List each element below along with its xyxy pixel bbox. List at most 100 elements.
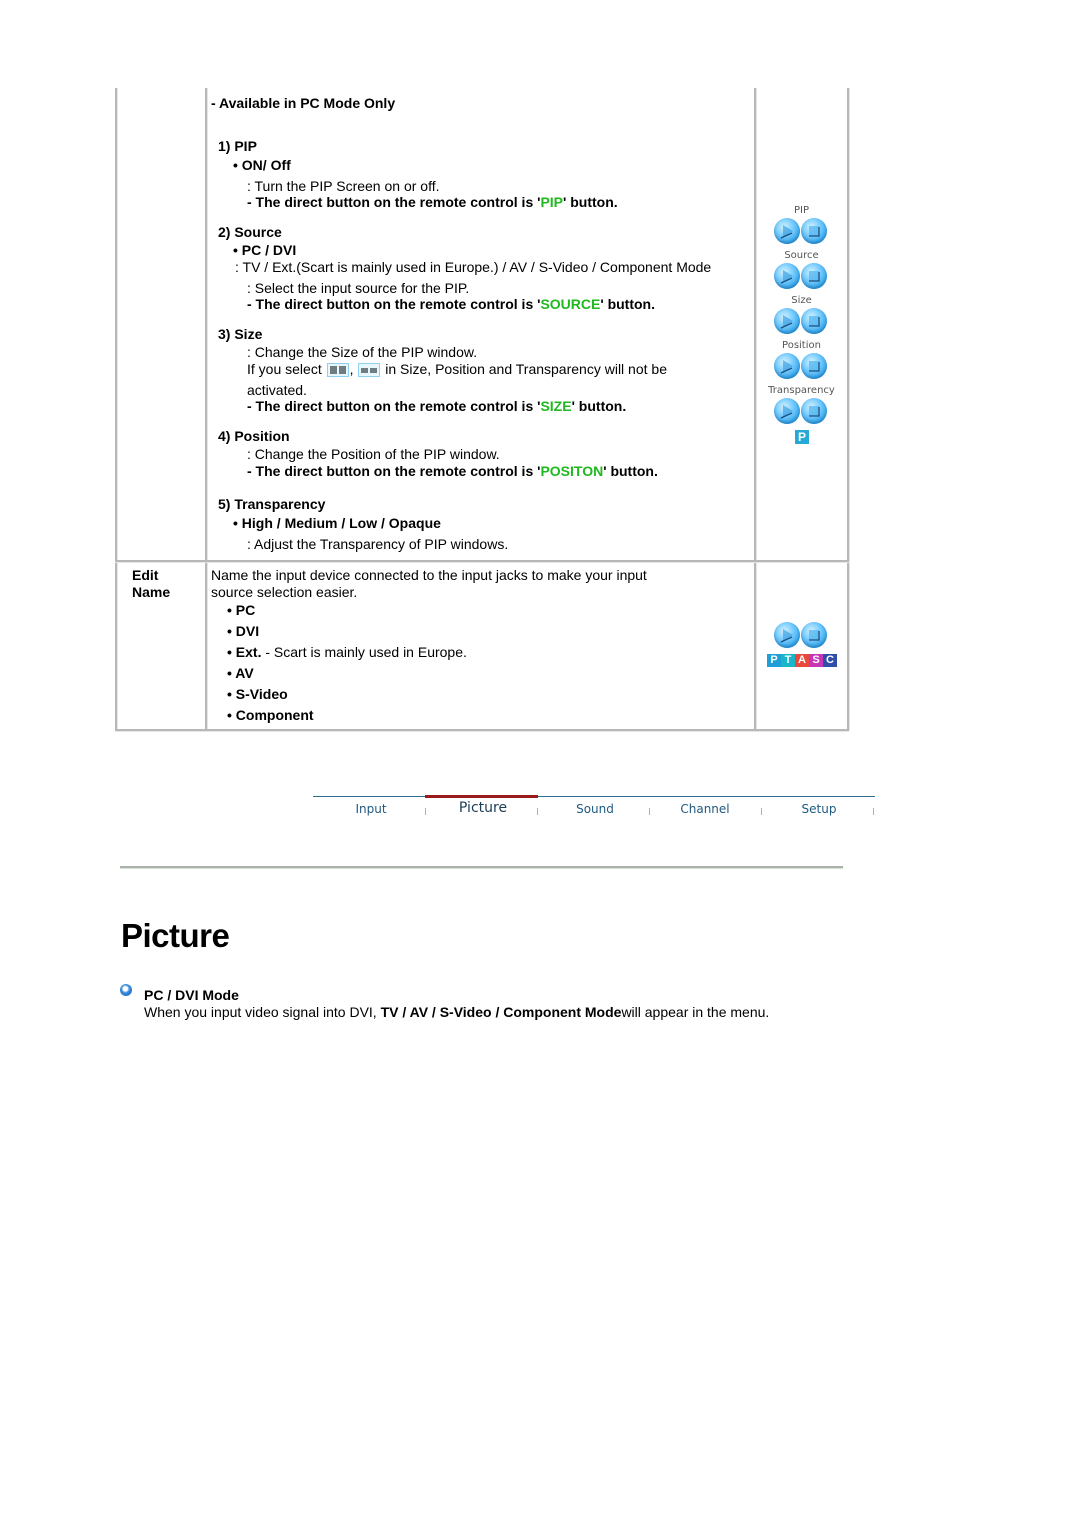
ptasc-letter-c: C: [823, 654, 837, 667]
nav-active-indicator: [425, 795, 538, 798]
size-note: If you select , in Size, Position and Tr…: [247, 361, 667, 378]
ptasc-letter-s: S: [809, 654, 823, 667]
nav-separator: [537, 808, 538, 815]
stop-icon: [801, 263, 827, 289]
pip-remote-note: - The direct button on the remote contro…: [247, 194, 618, 211]
size-note-prefix: If you select: [247, 361, 322, 377]
pip-buttons-icon: [774, 218, 830, 244]
source-remote-note: - The direct button on the remote contro…: [247, 296, 655, 313]
play-icon: [774, 622, 800, 648]
play-icon: [774, 263, 800, 289]
icon-label-size: Size: [791, 295, 812, 306]
edit-name-buttons-icon: [774, 622, 830, 648]
p-button-icon: P: [795, 430, 809, 444]
ptasc-letter-p: P: [767, 654, 781, 667]
dual-window-icon: [358, 363, 381, 378]
remote-key-pip: PIP: [540, 194, 564, 210]
bullet-orb-icon: [120, 984, 132, 996]
item-label: • DVI: [227, 623, 260, 639]
position-remote-note: - The direct button on the remote contro…: [247, 463, 658, 480]
source-desc: : Select the input source for the PIP.: [247, 280, 470, 296]
body-suffix: will appear in the menu.: [621, 1004, 770, 1020]
remote-note-prefix: - The direct button on the remote contro…: [247, 194, 541, 210]
remote-key-position: POSITON: [540, 463, 604, 479]
position-heading: 4) Position: [218, 428, 290, 444]
body-prefix: When you input video signal into DVI,: [144, 1004, 381, 1020]
remote-note-suffix: ' button.: [571, 398, 627, 414]
remote-note-prefix: - The direct button on the remote contro…: [247, 463, 541, 479]
ptasc-letter-t: T: [781, 654, 795, 667]
ptasc-buttons-icon: P T A S C: [767, 654, 837, 667]
source-heading: 2) Source: [218, 224, 282, 240]
transparency-option: • High / Medium / Low / Opaque: [233, 515, 441, 531]
section-body: When you input video signal into DVI, TV…: [144, 1004, 769, 1021]
item-label: • AV: [227, 665, 254, 681]
position-desc: : Change the Position of the PIP window.: [247, 446, 500, 462]
edit-name-item-dvi: • DVI: [227, 623, 259, 640]
section-divider: [120, 866, 843, 868]
nav-separator: [425, 808, 426, 815]
edit-name-item-component: • Component: [227, 707, 314, 724]
stop-icon: [801, 398, 827, 424]
item-label: • Component: [227, 707, 314, 723]
nav-top-line: [313, 796, 875, 797]
stop-icon: [801, 218, 827, 244]
edit-name-item-pc: • PC: [227, 602, 255, 619]
transparency-desc: : Adjust the Transparency of PIP windows…: [247, 536, 509, 552]
source-buttons-icon: [774, 263, 830, 289]
pc-mode-note: - Available in PC Mode Only: [211, 95, 396, 111]
nav-separator: [761, 808, 762, 815]
nav-separator: [873, 808, 874, 815]
play-icon: [774, 398, 800, 424]
size-heading: 3) Size: [218, 326, 263, 342]
section-nav: Input Picture Sound Channel Setup: [313, 795, 875, 826]
edit-name-item-ext: • Ext. - Scart is mainly used in Europe.: [227, 644, 467, 661]
page-title: Picture: [121, 917, 230, 954]
section-heading: PC / DVI Mode: [144, 987, 239, 1003]
remote-note-prefix: - The direct button on the remote contro…: [247, 398, 541, 414]
item-label: • PC: [227, 602, 256, 618]
stop-icon: [801, 622, 827, 648]
edit-name-desc-line1: Name the input device connected to the i…: [211, 567, 647, 583]
source-options-desc: : TV / Ext.(Scart is mainly used in Euro…: [235, 259, 712, 275]
nav-tab-input[interactable]: Input: [315, 802, 427, 816]
position-buttons-icon: [774, 353, 830, 379]
size-note-comma: ,: [349, 361, 354, 377]
item-label: • S-Video: [227, 686, 288, 702]
body-bold: TV / AV / S-Video / Component Mode: [380, 1004, 622, 1020]
remote-key-source: SOURCE: [540, 296, 601, 312]
table-border-col2: [754, 88, 756, 731]
pip-desc: : Turn the PIP Screen on or off.: [247, 178, 440, 194]
size-remote-note: - The direct button on the remote contro…: [247, 398, 626, 415]
size-note-suffix: in Size, Position and Transparency will …: [385, 361, 667, 377]
size-buttons-icon: [774, 308, 830, 334]
item-note: - Scart is mainly used in Europe.: [261, 644, 467, 660]
icon-label-pip: PIP: [793, 205, 809, 216]
table-border-left: [115, 88, 117, 731]
pip-heading: 1) PIP: [218, 138, 257, 154]
edit-name-item-av: • AV: [227, 665, 254, 682]
edit-name-label-line1: Edit: [132, 567, 159, 583]
nav-tab-channel[interactable]: Channel: [649, 802, 761, 816]
pip-option: • ON/ Off: [233, 157, 291, 173]
icon-label-transparency: Transparency: [768, 385, 835, 396]
nav-tab-picture[interactable]: Picture: [427, 800, 539, 816]
size-note-cont: activated.: [247, 382, 307, 398]
source-option: • PC / DVI: [233, 242, 297, 258]
split-screen-icon: [326, 363, 349, 378]
table-border-col1: [205, 88, 207, 731]
transparency-buttons-icon: [774, 398, 830, 424]
stop-icon: [801, 308, 827, 334]
remote-note-suffix: ' button.: [563, 194, 618, 210]
table-border-bottom: [115, 729, 849, 731]
edit-name-desc-line2: source selection easier.: [211, 584, 358, 600]
remote-note-prefix: - The direct button on the remote contro…: [247, 296, 541, 312]
play-icon: [774, 218, 800, 244]
transparency-heading: 5) Transparency: [218, 496, 326, 512]
play-icon: [774, 353, 800, 379]
edit-name-item-svideo: • S-Video: [227, 686, 288, 703]
nav-tab-setup[interactable]: Setup: [763, 802, 875, 816]
icon-label-source: Source: [784, 250, 819, 261]
nav-tab-sound[interactable]: Sound: [539, 802, 651, 816]
ptasc-letter-a: A: [795, 654, 809, 667]
